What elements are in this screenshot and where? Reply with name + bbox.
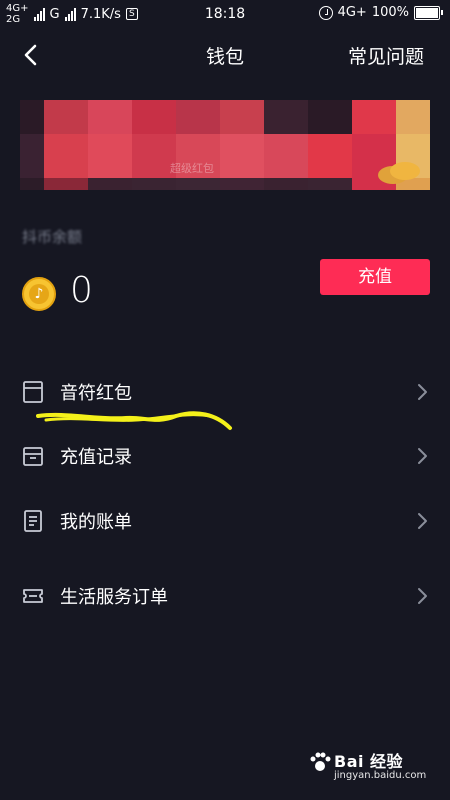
document-icon bbox=[24, 510, 42, 532]
ticket-icon bbox=[23, 589, 43, 603]
banner-image bbox=[20, 100, 430, 190]
menu-item-label: 生活服务订单 bbox=[60, 587, 168, 608]
faq-link[interactable]: 常见问题 bbox=[348, 42, 424, 69]
archive-box-icon bbox=[23, 447, 43, 466]
chevron-right-icon bbox=[418, 384, 427, 400]
chevron-right-icon bbox=[418, 448, 427, 464]
chevron-right-icon bbox=[418, 513, 427, 529]
status-right: 4G+ 100% bbox=[318, 5, 443, 20]
coin-icon: ♪ bbox=[22, 277, 56, 311]
chevron-right-icon bbox=[418, 588, 427, 604]
banner-text: 超级红包 bbox=[170, 162, 214, 175]
paw-logo-icon bbox=[310, 752, 331, 771]
recharge-button[interactable]: 充值 bbox=[320, 259, 430, 295]
status-bar: 4G+ 2G G 7.1K/s S 18:18 4G+ 100% bbox=[0, 0, 450, 30]
watermark: Bai 经验 jingyan.baidu.com bbox=[308, 748, 438, 788]
menu-item-label: 充值记录 bbox=[60, 447, 132, 468]
envelope-icon bbox=[23, 381, 43, 403]
balance-label: 抖币余额 bbox=[22, 228, 83, 246]
menu-item-recharge-record[interactable]: 充值记录 bbox=[0, 426, 450, 486]
menu-item-life-service-order[interactable]: 生活服务订单 bbox=[0, 566, 450, 626]
promo-banner[interactable]: 超级红包 bbox=[20, 100, 430, 190]
battery-percent: 100% bbox=[371, 5, 409, 20]
watermark-sub: jingyan.baidu.com bbox=[334, 770, 427, 781]
header: 钱包 常见问题 bbox=[0, 30, 450, 80]
menu-item-my-bill[interactable]: 我的账单 bbox=[0, 491, 450, 551]
network-type-right: 4G+ bbox=[337, 5, 367, 20]
balance-amount: 0 bbox=[70, 270, 93, 311]
coins-icon bbox=[390, 162, 420, 180]
alarm-icon bbox=[318, 5, 333, 20]
menu-item-label: 音符红包 bbox=[60, 383, 132, 404]
watermark-main: Bai 经验 bbox=[334, 752, 404, 771]
battery-icon bbox=[414, 5, 443, 20]
menu-item-label: 我的账单 bbox=[60, 512, 132, 533]
